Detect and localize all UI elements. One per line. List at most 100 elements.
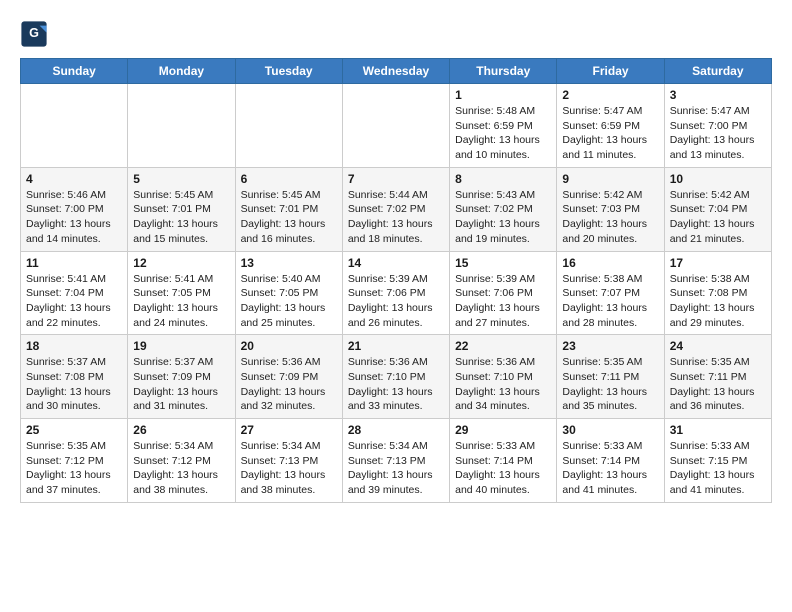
week-row-4: 18 Sunrise: 5:37 AM Sunset: 7:08 PM Dayli… (21, 335, 772, 419)
day-cell: 10Sunrise: 5:42 AM Sunset: 7:04 PM Dayli… (664, 167, 771, 251)
day-cell: 26 Sunrise: 5:34 AM Sunset: 7:12 PM Dayli… (128, 419, 235, 503)
day-number: 28 (348, 423, 444, 437)
day-cell: 22Sunrise: 5:36 AM Sunset: 7:10 PM Dayli… (450, 335, 557, 419)
day-cell: 28 Sunrise: 5:34 AM Sunset: 7:13 PM Dayli… (342, 419, 449, 503)
day-number: 14 (348, 256, 444, 270)
day-info: Sunrise: 5:35 AM Sunset: 7:12 PM Dayligh… (26, 439, 122, 498)
day-cell: 7 Sunrise: 5:44 AM Sunset: 7:02 PM Daylig… (342, 167, 449, 251)
day-cell: 5 Sunrise: 5:45 AM Sunset: 7:01 PM Daylig… (128, 167, 235, 251)
day-number: 18 (26, 339, 122, 353)
day-cell: 1 Sunrise: 5:48 AM Sunset: 6:59 PM Daylig… (450, 84, 557, 168)
day-number: 25 (26, 423, 122, 437)
day-number: 7 (348, 172, 444, 186)
day-number: 6 (241, 172, 337, 186)
day-cell (342, 84, 449, 168)
day-info: Sunrise: 5:38 AM Sunset: 7:08 PM Dayligh… (670, 272, 766, 331)
header-tuesday: Tuesday (235, 59, 342, 84)
day-cell: 20Sunrise: 5:36 AM Sunset: 7:09 PM Dayli… (235, 335, 342, 419)
day-info: Sunrise: 5:44 AM Sunset: 7:02 PM Dayligh… (348, 188, 444, 247)
day-number: 24 (670, 339, 766, 353)
day-number: 16 (562, 256, 658, 270)
day-number: 22 (455, 339, 551, 353)
logo: G (20, 20, 52, 48)
day-info: Sunrise: 5:40 AM Sunset: 7:05 PM Dayligh… (241, 272, 337, 331)
day-cell: 24 Sunrise: 5:35 AM Sunset: 7:11 PM Dayli… (664, 335, 771, 419)
day-info: Sunrise: 5:34 AM Sunset: 7:13 PM Dayligh… (348, 439, 444, 498)
day-info: Sunrise: 5:36 AM Sunset: 7:10 PM Dayligh… (348, 355, 444, 414)
day-number: 13 (241, 256, 337, 270)
day-cell: 17 Sunrise: 5:38 AM Sunset: 7:08 PM Dayli… (664, 251, 771, 335)
day-info: Sunrise: 5:42 AM Sunset: 7:03 PM Dayligh… (562, 188, 658, 247)
day-cell: 18 Sunrise: 5:37 AM Sunset: 7:08 PM Dayli… (21, 335, 128, 419)
day-number: 2 (562, 88, 658, 102)
day-number: 3 (670, 88, 766, 102)
day-cell: 30Sunrise: 5:33 AM Sunset: 7:14 PM Dayli… (557, 419, 664, 503)
week-row-2: 4Sunrise: 5:46 AM Sunset: 7:00 PM Daylig… (21, 167, 772, 251)
day-cell: 3 Sunrise: 5:47 AM Sunset: 7:00 PM Daylig… (664, 84, 771, 168)
day-info: Sunrise: 5:33 AM Sunset: 7:15 PM Dayligh… (670, 439, 766, 498)
day-info: Sunrise: 5:47 AM Sunset: 7:00 PM Dayligh… (670, 104, 766, 163)
day-cell: 31Sunrise: 5:33 AM Sunset: 7:15 PM Dayli… (664, 419, 771, 503)
day-info: Sunrise: 5:33 AM Sunset: 7:14 PM Dayligh… (562, 439, 658, 498)
day-number: 12 (133, 256, 229, 270)
page-header: G (20, 20, 772, 48)
header-wednesday: Wednesday (342, 59, 449, 84)
day-info: Sunrise: 5:36 AM Sunset: 7:09 PM Dayligh… (241, 355, 337, 414)
day-info: Sunrise: 5:48 AM Sunset: 6:59 PM Dayligh… (455, 104, 551, 163)
day-cell (21, 84, 128, 168)
day-cell: 12 Sunrise: 5:41 AM Sunset: 7:05 PM Dayli… (128, 251, 235, 335)
day-info: Sunrise: 5:43 AM Sunset: 7:02 PM Dayligh… (455, 188, 551, 247)
day-info: Sunrise: 5:45 AM Sunset: 7:01 PM Dayligh… (241, 188, 337, 247)
day-info: Sunrise: 5:35 AM Sunset: 7:11 PM Dayligh… (670, 355, 766, 414)
day-cell: 4Sunrise: 5:46 AM Sunset: 7:00 PM Daylig… (21, 167, 128, 251)
day-info: Sunrise: 5:34 AM Sunset: 7:13 PM Dayligh… (241, 439, 337, 498)
day-cell: 23 Sunrise: 5:35 AM Sunset: 7:11 PM Dayli… (557, 335, 664, 419)
day-cell: 15 Sunrise: 5:39 AM Sunset: 7:06 PM Dayli… (450, 251, 557, 335)
day-number: 26 (133, 423, 229, 437)
day-cell: 21 Sunrise: 5:36 AM Sunset: 7:10 PM Dayli… (342, 335, 449, 419)
day-cell: 25 Sunrise: 5:35 AM Sunset: 7:12 PM Dayli… (21, 419, 128, 503)
day-info: Sunrise: 5:39 AM Sunset: 7:06 PM Dayligh… (455, 272, 551, 331)
day-cell: 6 Sunrise: 5:45 AM Sunset: 7:01 PM Daylig… (235, 167, 342, 251)
day-number: 1 (455, 88, 551, 102)
day-info: Sunrise: 5:37 AM Sunset: 7:09 PM Dayligh… (133, 355, 229, 414)
day-cell: 29 Sunrise: 5:33 AM Sunset: 7:14 PM Dayli… (450, 419, 557, 503)
day-cell: 19 Sunrise: 5:37 AM Sunset: 7:09 PM Dayli… (128, 335, 235, 419)
day-cell: 27 Sunrise: 5:34 AM Sunset: 7:13 PM Dayli… (235, 419, 342, 503)
day-number: 27 (241, 423, 337, 437)
week-row-5: 25 Sunrise: 5:35 AM Sunset: 7:12 PM Dayli… (21, 419, 772, 503)
day-cell (235, 84, 342, 168)
day-number: 29 (455, 423, 551, 437)
calendar-table: SundayMondayTuesdayWednesdayThursdayFrid… (20, 58, 772, 503)
day-info: Sunrise: 5:41 AM Sunset: 7:05 PM Dayligh… (133, 272, 229, 331)
day-number: 5 (133, 172, 229, 186)
day-cell: 8Sunrise: 5:43 AM Sunset: 7:02 PM Daylig… (450, 167, 557, 251)
day-number: 4 (26, 172, 122, 186)
day-number: 15 (455, 256, 551, 270)
day-info: Sunrise: 5:33 AM Sunset: 7:14 PM Dayligh… (455, 439, 551, 498)
day-cell: 9 Sunrise: 5:42 AM Sunset: 7:03 PM Daylig… (557, 167, 664, 251)
header-saturday: Saturday (664, 59, 771, 84)
week-row-1: 1 Sunrise: 5:48 AM Sunset: 6:59 PM Daylig… (21, 84, 772, 168)
day-number: 19 (133, 339, 229, 353)
day-info: Sunrise: 5:39 AM Sunset: 7:06 PM Dayligh… (348, 272, 444, 331)
svg-text:G: G (29, 26, 39, 40)
day-cell: 14 Sunrise: 5:39 AM Sunset: 7:06 PM Dayli… (342, 251, 449, 335)
week-row-3: 11Sunrise: 5:41 AM Sunset: 7:04 PM Dayli… (21, 251, 772, 335)
day-info: Sunrise: 5:34 AM Sunset: 7:12 PM Dayligh… (133, 439, 229, 498)
day-info: Sunrise: 5:41 AM Sunset: 7:04 PM Dayligh… (26, 272, 122, 331)
day-cell: 16Sunrise: 5:38 AM Sunset: 7:07 PM Dayli… (557, 251, 664, 335)
day-number: 17 (670, 256, 766, 270)
day-number: 9 (562, 172, 658, 186)
day-cell: 2Sunrise: 5:47 AM Sunset: 6:59 PM Daylig… (557, 84, 664, 168)
day-info: Sunrise: 5:42 AM Sunset: 7:04 PM Dayligh… (670, 188, 766, 247)
day-cell: 13 Sunrise: 5:40 AM Sunset: 7:05 PM Dayli… (235, 251, 342, 335)
header-friday: Friday (557, 59, 664, 84)
day-info: Sunrise: 5:35 AM Sunset: 7:11 PM Dayligh… (562, 355, 658, 414)
day-number: 21 (348, 339, 444, 353)
day-number: 23 (562, 339, 658, 353)
day-info: Sunrise: 5:45 AM Sunset: 7:01 PM Dayligh… (133, 188, 229, 247)
calendar-header-row: SundayMondayTuesdayWednesdayThursdayFrid… (21, 59, 772, 84)
day-info: Sunrise: 5:37 AM Sunset: 7:08 PM Dayligh… (26, 355, 122, 414)
header-sunday: Sunday (21, 59, 128, 84)
